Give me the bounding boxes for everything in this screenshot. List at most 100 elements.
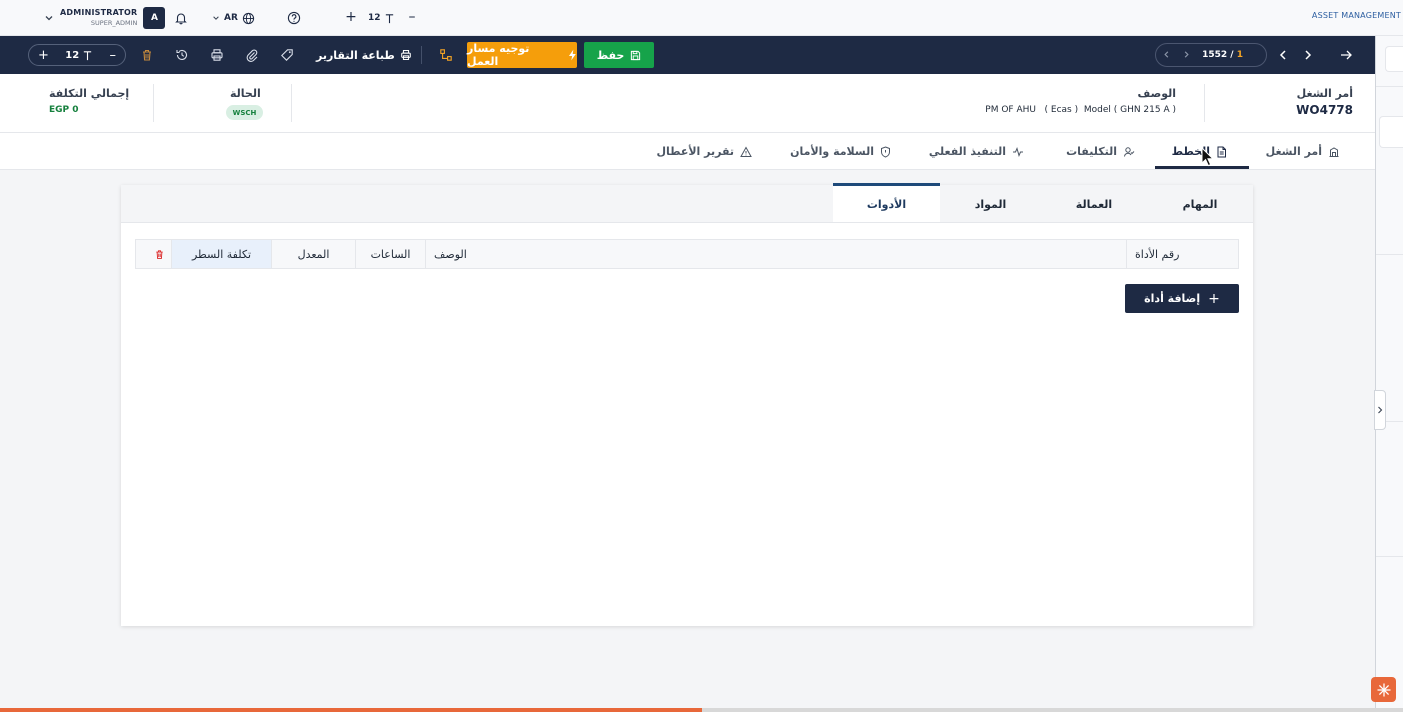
printer-icon: [400, 50, 411, 60]
font-increase-button[interactable]: +: [344, 9, 358, 25]
work-order-header: أمر الشغل WO4778 الوصف PM OF AHU ( Ecas …: [0, 74, 1375, 133]
warning-icon: [740, 145, 752, 157]
arrow-right-icon: [1341, 50, 1352, 60]
chevron-left-icon: [1279, 50, 1286, 60]
subtab-materials[interactable]: المواد: [940, 185, 1041, 223]
user-check-icon: [1124, 146, 1135, 157]
toolbar-font-size-value: 12: [65, 49, 80, 61]
right-panel-divider: [1376, 556, 1403, 557]
right-panel-input[interactable]: [1385, 46, 1403, 72]
prev-record-button[interactable]: [1271, 43, 1295, 67]
tab-work-order[interactable]: أمر الشغل: [1266, 133, 1340, 170]
text-size-icon: [83, 50, 92, 60]
pager-current: 1: [1236, 50, 1243, 60]
save-icon: [631, 50, 641, 60]
user-menu-chevron-icon[interactable]: [42, 11, 56, 25]
pager-total: 1552: [1202, 50, 1228, 60]
brand-logo: ASSET MANAGEMENT: [1312, 11, 1401, 20]
record-pager: 1552 / 1: [1155, 43, 1267, 67]
column-header-tool-number: رقم الأداة: [1126, 240, 1238, 268]
total-cost-value: EGP 0: [49, 105, 79, 115]
column-header-rate: المعدل: [271, 240, 355, 268]
pager-next-icon[interactable]: [1182, 49, 1191, 62]
tab-label: تقرير الأعطال: [656, 145, 734, 158]
print-reports-label: طباعة التقارير: [316, 48, 395, 62]
tab-safety[interactable]: السلامة والأمان: [790, 133, 891, 170]
toolbar-font-decrease-button[interactable]: –: [109, 48, 116, 63]
column-label: المعدل: [297, 247, 330, 261]
font-size-indicator: 12: [368, 10, 395, 26]
user-role: SUPER_ADMIN: [90, 19, 138, 28]
header-divider: [1204, 84, 1205, 122]
print-reports-button[interactable]: طباعة التقارير: [316, 44, 412, 66]
tab-plans[interactable]: الخطط: [1172, 133, 1227, 170]
globe-icon: [242, 12, 255, 24]
right-panel-strip: [1375, 36, 1403, 712]
chevron-right-icon: [1305, 50, 1312, 60]
printer-icon[interactable]: [206, 44, 228, 66]
assistant-widget-icon[interactable]: [1371, 677, 1396, 702]
subtab-tasks[interactable]: المهام: [1147, 185, 1253, 223]
bell-icon[interactable]: [172, 9, 190, 27]
column-label: رقم الأداة: [1135, 247, 1180, 261]
right-panel-field[interactable]: [1379, 116, 1403, 148]
pager-prev-icon[interactable]: [1162, 49, 1171, 62]
history-icon[interactable]: [171, 44, 193, 66]
tab-assignments[interactable]: التكليفات: [1066, 133, 1135, 170]
wo-label: أمر الشغل: [1296, 87, 1353, 100]
add-tool-label: إضافة أداة: [1144, 292, 1201, 305]
help-icon[interactable]: [285, 9, 303, 27]
column-label: الساعات: [370, 247, 411, 261]
panel-collapse-chevron-icon[interactable]: [1374, 390, 1386, 430]
language-switcher[interactable]: AR: [212, 10, 255, 26]
tag-icon[interactable]: [276, 44, 298, 66]
toolbar-font-size-control: + 12 –: [28, 44, 126, 66]
header-divider: [153, 84, 154, 122]
route-workflow-label: توجيه مسار العمل: [467, 42, 530, 68]
subtab-label: المهام: [1182, 197, 1218, 211]
status-label: الحالة: [230, 87, 261, 100]
pager-value: 1552 / 1: [1202, 50, 1243, 60]
subtab-label: المواد: [974, 197, 1007, 211]
tab-failure-report[interactable]: تقرير الأعطال: [656, 133, 752, 170]
tab-label: التنفيذ الفعلي: [928, 145, 1006, 158]
tab-actual-execution[interactable]: التنفيذ الفعلي: [929, 133, 1024, 170]
subtab-labor[interactable]: العمالة: [1041, 185, 1147, 223]
workflow-icon[interactable]: [435, 44, 457, 66]
avatar[interactable]: A: [143, 7, 166, 29]
trash-icon[interactable]: [152, 247, 166, 261]
column-label: تكلفة السطر: [191, 247, 252, 261]
font-decrease-button[interactable]: –: [405, 9, 419, 25]
chevron-down-icon: [213, 16, 219, 20]
user-names: ADMINISTRATOR SUPER_ADMIN: [60, 7, 138, 28]
user-name: ADMINISTRATOR: [60, 7, 138, 17]
subtab-tools[interactable]: الأدوات: [833, 183, 940, 222]
next-record-button[interactable]: [1296, 43, 1320, 67]
tab-label: السلامة والأمان: [790, 145, 874, 158]
top-bar: ADMINISTRATOR SUPER_ADMIN A AR + 12 – AS…: [0, 0, 1403, 36]
document-icon: [1217, 146, 1226, 157]
attachment-icon[interactable]: [241, 44, 263, 66]
shield-icon: [881, 145, 890, 158]
route-workflow-button[interactable]: توجيه مسار العمل: [467, 42, 577, 68]
subtab-label: العمالة: [1075, 197, 1113, 211]
header-divider: [291, 84, 292, 122]
right-panel-divider: [1376, 254, 1403, 255]
subtab-label: الأدوات: [866, 197, 907, 211]
building-icon: [1329, 146, 1339, 157]
page-load-progress: [0, 708, 1403, 712]
delete-icon[interactable]: [136, 44, 158, 66]
sub-tabs: المهام العمالة المواد الأدوات: [121, 183, 1253, 223]
add-tool-button[interactable]: إضافة أداة +: [1125, 284, 1239, 313]
right-panel-divider: [1376, 86, 1403, 87]
toolbar-divider: [421, 46, 422, 64]
desc-value: PM OF AHU ( Ecas ) Model ( GHN 215 A ): [985, 105, 1176, 115]
font-size-value: 12: [368, 13, 381, 23]
toolbar-font-increase-button[interactable]: +: [38, 48, 49, 63]
toolbar-font-size-display: 12: [65, 50, 93, 61]
user-profile[interactable]: ADMINISTRATOR SUPER_ADMIN A: [60, 5, 166, 31]
save-button[interactable]: حفظ: [584, 42, 654, 68]
main-tabs: أمر الشغل الخطط التكليفات التنفيذ الفعلي…: [0, 133, 1375, 170]
back-arrow-button[interactable]: [1334, 43, 1358, 67]
save-label: حفظ: [596, 48, 625, 62]
